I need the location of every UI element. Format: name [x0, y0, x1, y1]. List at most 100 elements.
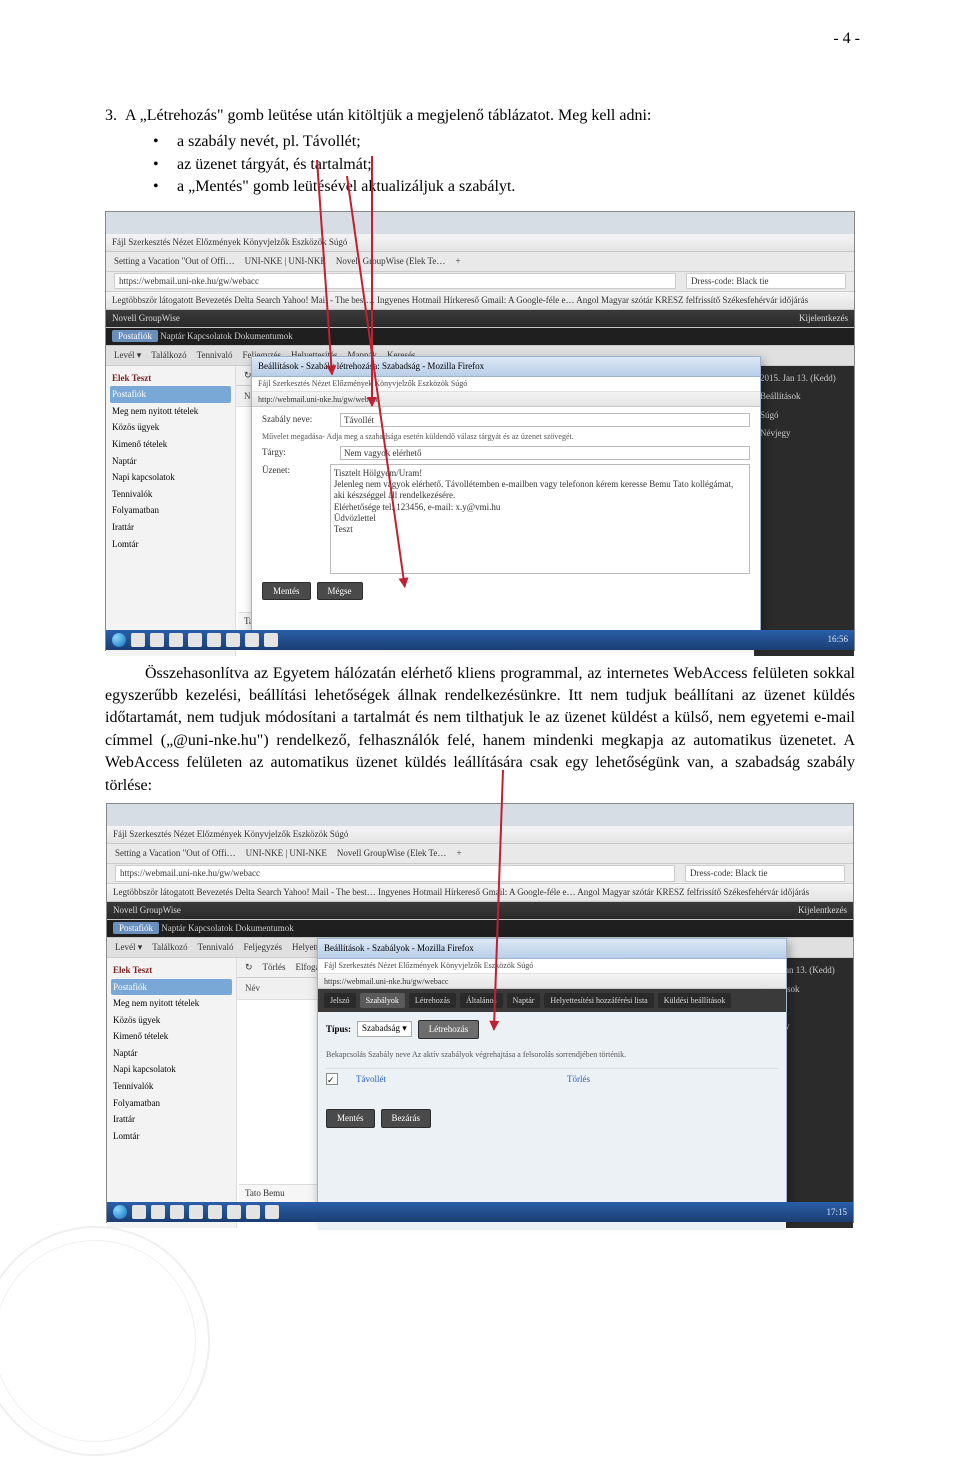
- url-bar[interactable]: https://webmail.uni-nke.hu/gw/webacc: [115, 865, 675, 882]
- sidebar-item[interactable]: Tennivalók: [110, 486, 231, 503]
- url-bar[interactable]: https://webmail.uni-nke.hu/gw/webacc: [114, 273, 676, 290]
- tab-new[interactable]: +: [456, 847, 461, 860]
- bookmarks-bar[interactable]: Legtöbbször látogatott Bevezetés Delta S…: [106, 292, 854, 310]
- taskbar-icon[interactable]: [246, 1205, 260, 1219]
- firefox-menubar[interactable]: Fájl Szerkesztés Nézet Előzmények Könyvj…: [106, 234, 854, 252]
- gw-top-tabs[interactable]: Postafiók Naptár Kapcsolatok Dokumentumo…: [107, 920, 853, 938]
- start-icon[interactable]: [113, 1205, 127, 1219]
- taskbar[interactable]: 17:15: [107, 1202, 853, 1222]
- dialog-menubar[interactable]: Fájl Szerkesztés Nézet Előzmények Könyvj…: [252, 377, 760, 392]
- tab-item[interactable]: Setting a Vacation "Out of Offi…: [114, 255, 235, 268]
- bookmarks-bar[interactable]: Legtöbbször látogatott Bevezetés Delta S…: [107, 884, 853, 902]
- tab-item[interactable]: Novell GroupWise (Elek Te…: [337, 847, 447, 860]
- btn-tennivalo[interactable]: Tennivaló: [197, 349, 233, 362]
- sidebar-item[interactable]: Kimenő tételek: [111, 1028, 232, 1045]
- dialog-menubar[interactable]: Fájl Szerkesztés Nézet Előzmények Könyvj…: [318, 959, 786, 974]
- close-button[interactable]: Bezárás: [381, 1109, 431, 1128]
- create-button[interactable]: Létrehozás: [418, 1020, 479, 1039]
- taskbar[interactable]: 16:56: [106, 630, 854, 650]
- tab-item[interactable]: Novell GroupWise (Elek Te…: [336, 255, 446, 268]
- sidebar-item[interactable]: Folyamatban: [110, 502, 231, 519]
- tab-docs[interactable]: Dokumentumok: [235, 923, 294, 933]
- sidebar-item[interactable]: Tennivalók: [111, 1078, 232, 1095]
- sidebar-item-postafiok[interactable]: Postafiók: [110, 386, 231, 403]
- taskbar-icon[interactable]: [264, 633, 278, 647]
- btn-talalkozo[interactable]: Találkozó: [152, 941, 187, 954]
- btn-tennivalo[interactable]: Tennivaló: [198, 941, 234, 954]
- sidebar-item[interactable]: Folyamatban: [111, 1095, 232, 1112]
- sidebar-item[interactable]: Lomtár: [111, 1128, 232, 1145]
- sidebar-item[interactable]: Irattár: [110, 519, 231, 536]
- tab-kapcs[interactable]: Kapcsolatok: [188, 923, 233, 933]
- sidebar-item[interactable]: Naptár: [111, 1045, 232, 1062]
- sidebar-item[interactable]: Kimenő tételek: [110, 436, 231, 453]
- dialog-url[interactable]: https://webmail.uni-nke.hu/gw/webacc: [318, 974, 786, 989]
- search-field[interactable]: Dress-code: Black tie: [685, 865, 845, 882]
- tab-kapcs[interactable]: Kapcsolatok: [187, 331, 232, 341]
- sidebar-item[interactable]: Napi kapcsolatok: [110, 469, 231, 486]
- sidebar-item[interactable]: Napi kapcsolatok: [111, 1061, 232, 1078]
- start-icon[interactable]: [112, 633, 126, 647]
- save-button[interactable]: Mentés: [262, 582, 311, 601]
- tab-item[interactable]: UNI-NKE | UNI-NKE: [246, 847, 327, 860]
- sidebar-item[interactable]: Közös ügyek: [111, 1012, 232, 1029]
- rule-enable-checkbox[interactable]: ✓: [326, 1073, 338, 1085]
- taskbar-icon[interactable]: [226, 633, 240, 647]
- taskbar-icon[interactable]: [131, 633, 145, 647]
- sidebar-item[interactable]: Meg nem nyitott tételek: [111, 995, 232, 1012]
- sidebar-item[interactable]: Lomtár: [110, 536, 231, 553]
- tab-naptar[interactable]: Naptár: [161, 923, 186, 933]
- tab-postafiok[interactable]: Postafiók: [112, 330, 158, 342]
- taskbar-icon[interactable]: [227, 1205, 241, 1219]
- taskbar-icon[interactable]: [169, 633, 183, 647]
- taskbar-icon[interactable]: [265, 1205, 279, 1219]
- link-nevjegy[interactable]: Névjegy: [760, 427, 848, 440]
- tab-naptar[interactable]: Naptár: [160, 331, 185, 341]
- tab-helyettes[interactable]: Helyettesítési hozzáférési lista: [544, 993, 653, 1008]
- search-field[interactable]: Dress-code: Black tie: [686, 273, 846, 290]
- taskbar-icon[interactable]: [189, 1205, 203, 1219]
- sidebar-item[interactable]: Irattár: [111, 1111, 232, 1128]
- sidebar-item[interactable]: Közös ügyek: [110, 419, 231, 436]
- tab-item[interactable]: UNI-NKE | UNI-NKE: [245, 255, 326, 268]
- link-sugo[interactable]: Súgó: [760, 409, 848, 422]
- tab-item[interactable]: Setting a Vacation "Out of Offi…: [115, 847, 236, 860]
- btn-torles[interactable]: Törlés: [263, 961, 286, 974]
- tab-docs[interactable]: Dokumentumok: [234, 331, 293, 341]
- firefox-tabs[interactable]: Setting a Vacation "Out of Offi… UNI-NKE…: [107, 844, 853, 864]
- btn-level[interactable]: Levél ▾: [114, 349, 141, 362]
- tab-postafiok[interactable]: Postafiók: [113, 922, 159, 934]
- taskbar-icon[interactable]: [170, 1205, 184, 1219]
- subject-input[interactable]: Nem vagyok elérhető: [340, 446, 750, 460]
- taskbar-icon[interactable]: [150, 633, 164, 647]
- sidebar-item[interactable]: Naptár: [110, 453, 231, 470]
- taskbar-icon[interactable]: [132, 1205, 146, 1219]
- btn-talalkozo[interactable]: Találkozó: [151, 349, 186, 362]
- tab-kuldesi[interactable]: Küldési beállítások: [658, 993, 732, 1008]
- taskbar-icon[interactable]: [151, 1205, 165, 1219]
- tab-altalanos[interactable]: Általános: [460, 993, 503, 1008]
- tab-jelszo[interactable]: Jelszó: [324, 993, 356, 1008]
- dialog-url[interactable]: http://webmail.uni-nke.hu/gw/webacc: [252, 392, 760, 407]
- firefox-tabs[interactable]: Setting a Vacation "Out of Offi… UNI-NKE…: [106, 252, 854, 272]
- refresh-icon[interactable]: ↻: [245, 961, 253, 974]
- tab-szabalyok[interactable]: Szabályok: [360, 993, 405, 1008]
- tab-new[interactable]: +: [455, 255, 460, 268]
- save-button[interactable]: Mentés: [326, 1109, 375, 1128]
- taskbar-icon[interactable]: [207, 633, 221, 647]
- gw-logout[interactable]: Kijelentkezés: [799, 312, 848, 325]
- gw-logout[interactable]: Kijelentkezés: [798, 904, 847, 917]
- tab-letrehozas[interactable]: Létrehozás: [409, 993, 456, 1008]
- link-beallitasok[interactable]: Beállítások: [760, 390, 848, 403]
- message-textarea[interactable]: Tisztelt Hölgyem/Uram! Jelenleg nem vagy…: [330, 464, 750, 574]
- rule-delete-link[interactable]: Törlés: [567, 1073, 778, 1086]
- cancel-button[interactable]: Mégse: [317, 582, 363, 601]
- firefox-menubar[interactable]: Fájl Szerkesztés Nézet Előzmények Könyvj…: [107, 826, 853, 844]
- btn-feljegyzes[interactable]: Feljegyzés: [243, 941, 282, 954]
- type-select[interactable]: Szabadság ▾: [357, 1021, 412, 1037]
- taskbar-icon[interactable]: [188, 633, 202, 647]
- rule-name-link[interactable]: Távollét: [356, 1073, 567, 1086]
- gw-top-tabs[interactable]: Postafiók Naptár Kapcsolatok Dokumentumo…: [106, 328, 854, 346]
- taskbar-icon[interactable]: [245, 633, 259, 647]
- settings-tabs[interactable]: Jelszó Szabályok Létrehozás Általános Na…: [318, 989, 786, 1012]
